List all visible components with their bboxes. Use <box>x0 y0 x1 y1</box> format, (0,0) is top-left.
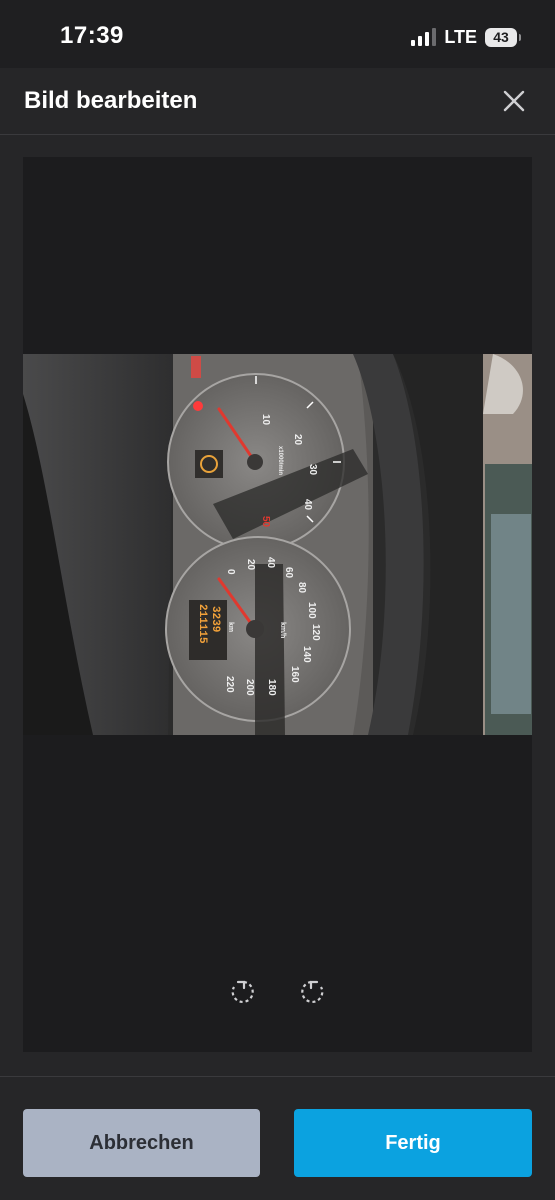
speed-tick-label: 40 <box>265 557 276 569</box>
rpm-tick-label: 50 <box>260 516 271 528</box>
page-title: Bild bearbeiten <box>24 87 198 114</box>
rpm-unit: x1000/min <box>277 446 283 475</box>
speed-tick-label: 0 <box>225 569 236 575</box>
odometer-trip: 3239 <box>209 606 221 632</box>
speed-tick-label: 140 <box>301 646 312 663</box>
done-button[interactable]: Fertig <box>294 1109 532 1177</box>
battery-icon: 43 <box>485 27 521 47</box>
cancel-button[interactable]: Abbrechen <box>23 1109 260 1177</box>
speed-tick-label: 20 <box>245 559 256 571</box>
footer-divider <box>0 1076 555 1077</box>
speed-unit: km/h <box>279 622 286 638</box>
dashboard-photo[interactable]: 10 20 30 40 50 x1000/min 0 20 40 60 80 1… <box>23 354 532 735</box>
rpm-tick-label: 30 <box>307 464 318 476</box>
speed-tick-label: 80 <box>296 582 307 594</box>
network-type: LTE <box>444 26 477 47</box>
header: Bild bearbeiten <box>0 68 555 135</box>
speed-tick-label: 60 <box>283 567 294 579</box>
rotate-right-icon <box>301 980 324 1004</box>
rpm-tick-label: 10 <box>260 414 271 426</box>
rpm-tick-label: 20 <box>292 434 303 446</box>
rotate-left-icon <box>231 980 254 1004</box>
odometer-unit: km <box>227 622 234 632</box>
rotate-right-button[interactable] <box>300 978 328 1006</box>
odometer-total: 211115 <box>196 604 208 644</box>
signal-icon <box>411 28 437 46</box>
status-time: 17:39 <box>60 22 124 49</box>
speed-tick-label: 120 <box>310 624 321 641</box>
speed-tick-label: 100 <box>306 602 317 619</box>
battery-level: 43 <box>493 29 509 45</box>
status-bar: 17:39 LTE 43 <box>0 0 555 68</box>
close-button[interactable] <box>499 86 529 116</box>
status-indicators: LTE 43 <box>411 26 521 48</box>
speed-tick-label: 220 <box>224 676 235 693</box>
close-icon <box>503 90 525 112</box>
speed-tick-label: 200 <box>244 679 255 696</box>
rpm-tick-label: 40 <box>302 499 313 511</box>
speed-tick-label: 180 <box>266 679 277 696</box>
rotate-left-button[interactable] <box>227 978 255 1006</box>
speed-tick-label: 160 <box>289 666 300 683</box>
image-editor-canvas: 10 20 30 40 50 x1000/min 0 20 40 60 80 1… <box>23 157 532 1052</box>
